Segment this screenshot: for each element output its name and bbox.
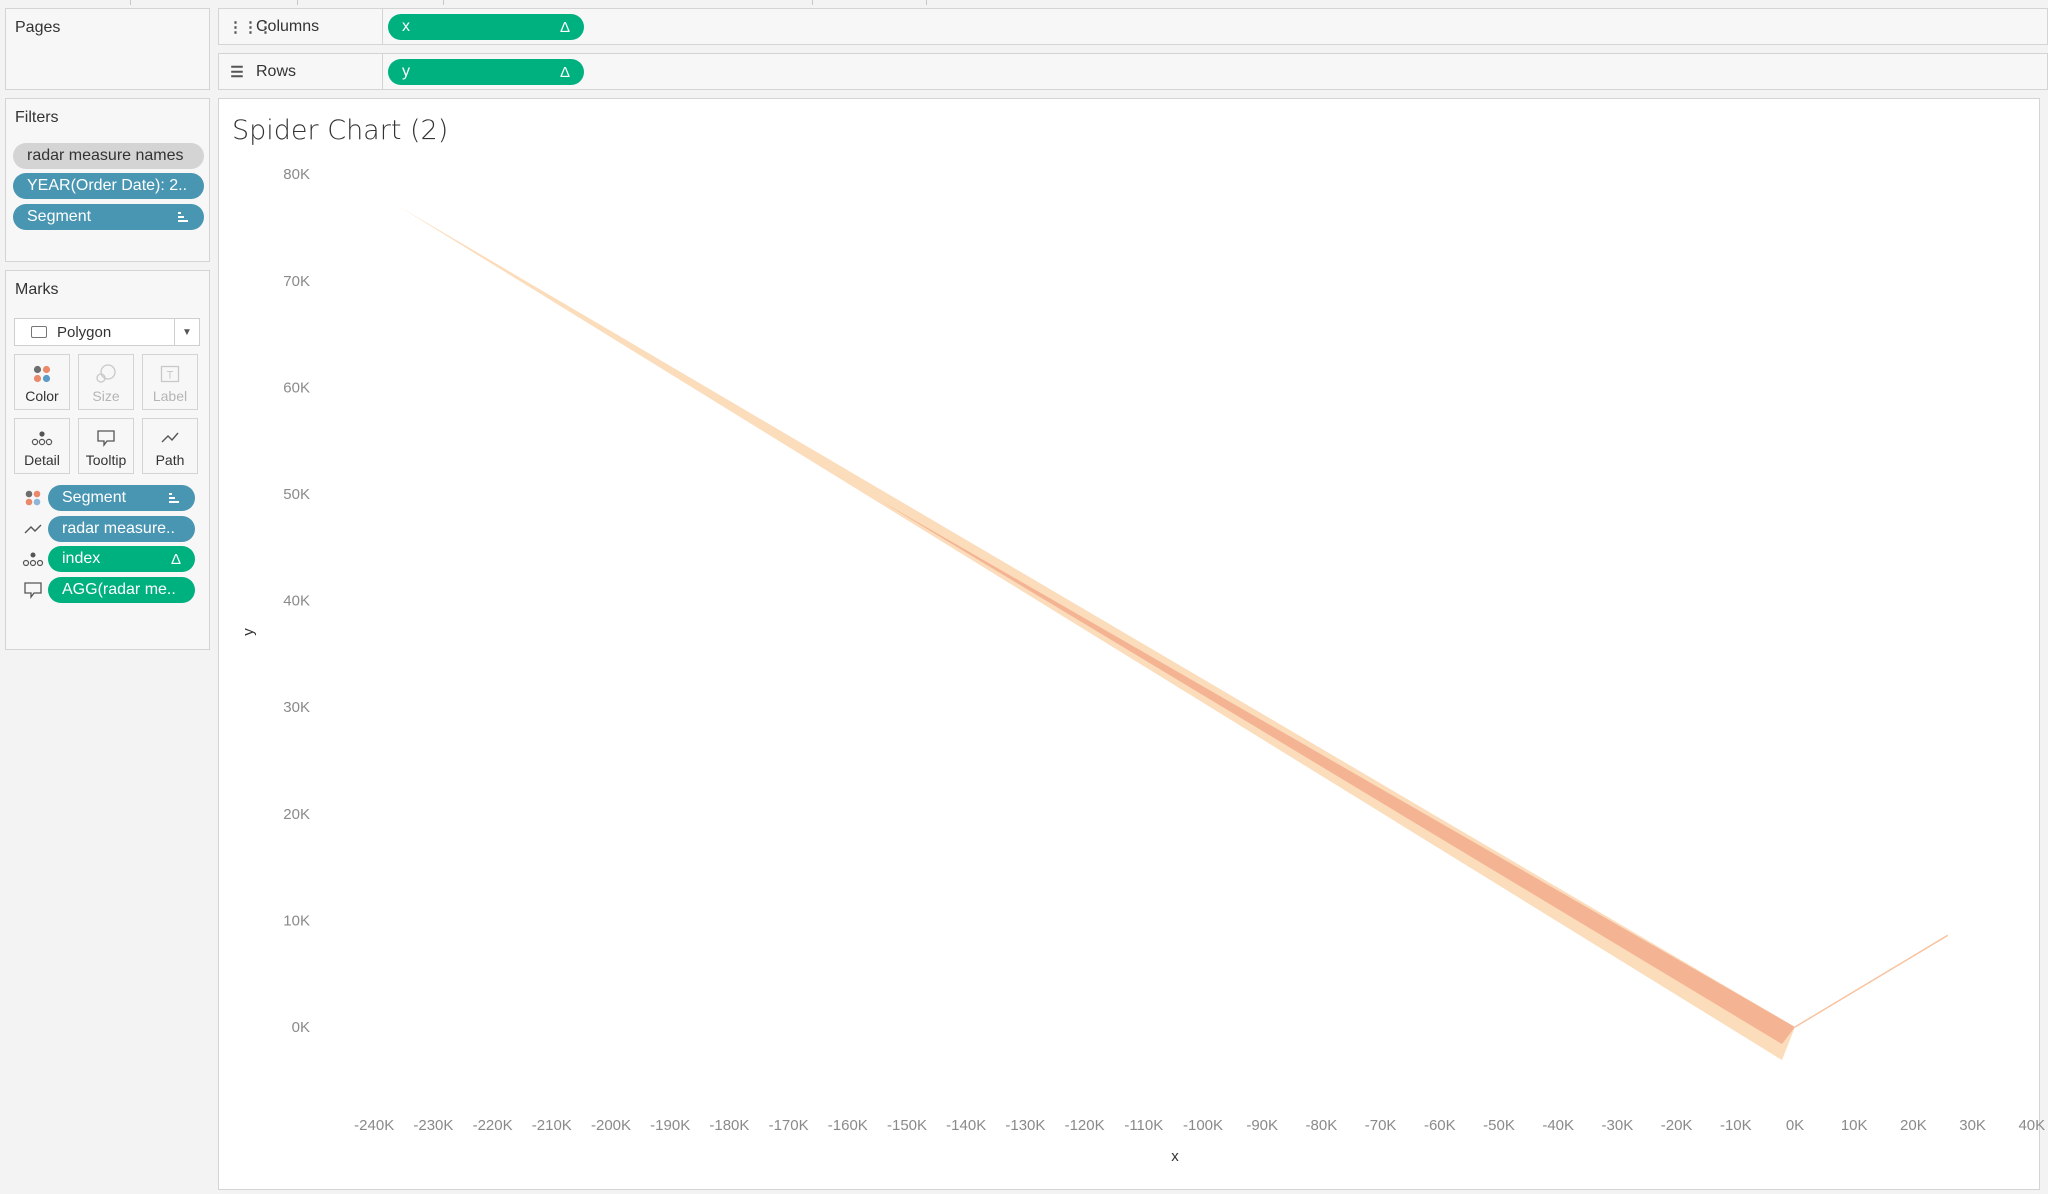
rows-shelf-label: ☰ Rows (219, 54, 383, 89)
columns-shelf-label: ⋮⋮⋮ Columns (219, 9, 383, 44)
color-icon (32, 362, 52, 386)
detail-icon (31, 426, 53, 450)
color-encoding-icon (22, 487, 44, 509)
marks-pill-segment[interactable]: Segment (48, 485, 195, 511)
polygon-mark-icon (31, 326, 47, 338)
sort-icon (167, 485, 181, 511)
card-label: Size (92, 388, 120, 404)
pill-label: Segment (27, 208, 92, 225)
pill-label: AGG(radar me.. (62, 581, 176, 598)
delta-icon: Δ (559, 63, 570, 81)
delta-icon: Δ (559, 18, 570, 36)
rows-icon: ☰ (230, 63, 244, 81)
tab-divider (443, 0, 444, 5)
detail-encoding-icon (22, 548, 44, 570)
pill-label: Segment (62, 489, 127, 506)
filter-pill-year-order-date[interactable]: YEAR(Order Date): 2.. (13, 173, 204, 199)
svg-text:T: T (167, 370, 174, 382)
tab-divider (926, 0, 927, 5)
tab-divider (297, 0, 298, 5)
tab-divider (812, 0, 813, 5)
pill-label: radar measure.. (62, 520, 175, 537)
top-tab-strip (0, 0, 2048, 8)
detail-card[interactable]: Detail (14, 418, 70, 474)
marks-pill-agg-radar[interactable]: AGG(radar me.. (48, 577, 195, 603)
marks-pill-radar-measure[interactable]: radar measure.. (48, 516, 195, 542)
pages-panel[interactable]: Pages (5, 8, 210, 90)
path-card[interactable]: Path (142, 418, 198, 474)
path-icon (159, 426, 181, 450)
delta-icon: Δ (170, 550, 181, 568)
filters-title: Filters (15, 109, 59, 126)
sort-icon (176, 204, 190, 230)
filter-pill-radar-measure-names[interactable]: radar measure names (13, 143, 204, 169)
pages-title: Pages (15, 19, 61, 36)
tooltip-icon (95, 426, 117, 450)
tooltip-encoding-icon (22, 579, 44, 601)
size-card[interactable]: Size (78, 354, 134, 410)
filters-panel[interactable]: Filters radar measure names YEAR(Order D… (5, 98, 210, 262)
label-card[interactable]: T Label (142, 354, 198, 410)
columns-label: Columns (256, 17, 320, 35)
color-card[interactable]: Color (14, 354, 70, 410)
mark-type-dropdown[interactable]: Polygon ▼ (14, 318, 200, 346)
columns-pill-x[interactable]: x Δ (388, 14, 584, 40)
card-label: Path (155, 452, 185, 468)
marks-title: Marks (15, 281, 59, 298)
card-label: Tooltip (85, 452, 127, 468)
pill-label: radar measure names (27, 147, 184, 164)
pill-label: x (402, 18, 410, 35)
size-icon (95, 362, 117, 386)
card-label: Detail (24, 452, 60, 468)
filter-pill-segment[interactable]: Segment (13, 204, 204, 230)
pill-label: index (62, 550, 101, 567)
chart-title: Spider Chart (2) (232, 115, 449, 146)
tab-divider (130, 0, 131, 5)
card-label: Label (152, 388, 188, 404)
card-label: Color (25, 388, 59, 404)
marks-pill-index[interactable]: index Δ (48, 546, 195, 572)
path-encoding-icon (22, 518, 44, 540)
chart-view[interactable] (218, 98, 2040, 1190)
chevron-down-icon[interactable]: ▼ (174, 319, 199, 345)
tooltip-card[interactable]: Tooltip (78, 418, 134, 474)
columns-shelf[interactable]: ⋮⋮⋮ Columns x Δ (218, 8, 2048, 45)
rows-pill-y[interactable]: y Δ (388, 59, 584, 85)
columns-icon: ⋮⋮⋮ (228, 18, 273, 36)
mark-type-label: Polygon (57, 323, 112, 341)
rows-shelf[interactable]: ☰ Rows y Δ (218, 53, 2048, 90)
pill-label: y (402, 63, 410, 80)
pill-label: YEAR(Order Date): 2.. (27, 177, 188, 194)
label-icon: T (160, 362, 180, 386)
rows-label: Rows (256, 62, 297, 80)
